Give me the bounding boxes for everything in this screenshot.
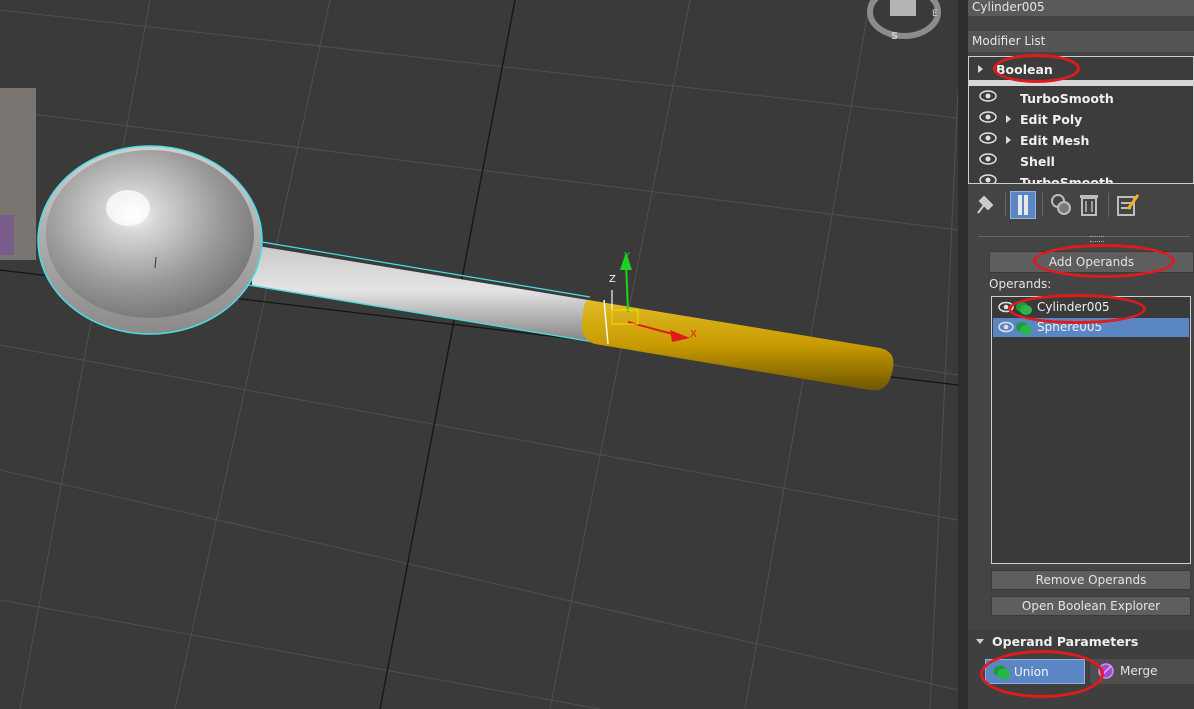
eye-icon[interactable] bbox=[997, 321, 1015, 333]
eye-icon[interactable] bbox=[979, 132, 997, 144]
eye-icon[interactable] bbox=[979, 111, 997, 123]
perspective-viewport[interactable]: Y Z X E S bbox=[0, 0, 958, 709]
operands-label: Operands: bbox=[989, 277, 1052, 291]
operand-parameters-rollout: Operand Parameters Union Merge bbox=[968, 630, 1194, 709]
gizmo-y-label: Y bbox=[623, 251, 631, 262]
merge-label: Merge bbox=[1120, 664, 1158, 678]
expand-arrow-icon[interactable] bbox=[978, 65, 983, 73]
stack-item-turbosmooth-2[interactable]: TurboSmooth bbox=[972, 172, 1190, 184]
stack-item-turbosmooth[interactable]: TurboSmooth bbox=[972, 88, 1190, 108]
boolean-rollout: Add Operands Operands: Cylinder005 Spher… bbox=[968, 244, 1194, 626]
stack-item-edit-poly[interactable]: Edit Poly bbox=[972, 109, 1190, 129]
merge-icon bbox=[1098, 663, 1114, 679]
eye-icon[interactable] bbox=[979, 90, 997, 102]
union-button[interactable]: Union bbox=[985, 659, 1085, 684]
union-label: Union bbox=[1014, 665, 1049, 679]
stack-item-shell[interactable]: Shell bbox=[972, 151, 1190, 171]
viewcube-icon: E bbox=[867, 0, 941, 39]
svg-text:E: E bbox=[932, 9, 938, 19]
expand-arrow-icon[interactable] bbox=[1006, 115, 1011, 123]
operand-label: Cylinder005 bbox=[1037, 300, 1110, 314]
pin-stack-icon[interactable] bbox=[972, 191, 998, 219]
stack-item-boolean[interactable]: Boolean bbox=[972, 59, 1190, 79]
modifier-list-dropdown[interactable]: Modifier List bbox=[968, 31, 1194, 52]
rollout-title: Operand Parameters bbox=[992, 634, 1139, 649]
spoon-handle bbox=[581, 300, 894, 391]
eye-icon[interactable] bbox=[997, 301, 1015, 313]
stack-item-label: Edit Mesh bbox=[1020, 133, 1090, 148]
remove-operands-button[interactable]: Remove Operands bbox=[991, 570, 1191, 590]
operand-item-cylinder005[interactable]: Cylinder005 bbox=[993, 298, 1189, 317]
union-operand-icon bbox=[1016, 322, 1032, 335]
viewport-scene: Y Z X E S bbox=[0, 0, 958, 709]
gizmo-z-label: Z bbox=[609, 274, 616, 285]
operands-list[interactable]: Cylinder005 Sphere005 bbox=[991, 296, 1191, 564]
stack-item-label: TurboSmooth bbox=[1020, 175, 1114, 184]
modifier-list-label: Modifier List bbox=[972, 34, 1046, 48]
stack-item-label: Boolean bbox=[996, 62, 1053, 77]
stack-item-label: Edit Poly bbox=[1020, 112, 1083, 127]
object-name-field[interactable]: Cylinder005 bbox=[968, 0, 1194, 16]
operand-item-sphere005[interactable]: Sphere005 bbox=[993, 318, 1189, 337]
stack-item-label: TurboSmooth bbox=[1020, 91, 1114, 106]
collapse-arrow-icon[interactable] bbox=[976, 639, 984, 644]
remove-modifier-icon[interactable] bbox=[1076, 191, 1102, 219]
stack-item-label: Shell bbox=[1020, 154, 1055, 169]
modifier-stack[interactable]: Boolean TurboSmooth Edit Poly Edit Mesh … bbox=[968, 56, 1194, 184]
eye-icon[interactable] bbox=[979, 174, 997, 184]
open-boolean-explorer-button[interactable]: Open Boolean Explorer bbox=[991, 596, 1191, 616]
stack-item-edit-mesh[interactable]: Edit Mesh bbox=[972, 130, 1190, 150]
operand-label: Sphere005 bbox=[1037, 320, 1103, 334]
rollout-header[interactable]: Operand Parameters bbox=[968, 630, 1194, 652]
configure-modifier-sets-icon[interactable] bbox=[1114, 191, 1140, 219]
union-operand-icon bbox=[1016, 302, 1032, 315]
add-operands-button[interactable]: Add Operands bbox=[989, 251, 1194, 273]
eye-icon[interactable] bbox=[979, 153, 997, 165]
spoon-bowl bbox=[46, 150, 254, 318]
expand-arrow-icon[interactable] bbox=[1006, 136, 1011, 144]
command-panel-modify: Cylinder005 Modifier List Boolean TurboS… bbox=[958, 0, 1194, 709]
viewcube-label: S bbox=[891, 31, 898, 42]
make-unique-icon[interactable] bbox=[1048, 191, 1074, 219]
gizmo-x-label: X bbox=[690, 329, 697, 340]
union-icon bbox=[993, 665, 1011, 680]
show-end-result-icon[interactable] bbox=[1010, 191, 1036, 219]
merge-button[interactable]: Merge bbox=[1090, 659, 1194, 684]
